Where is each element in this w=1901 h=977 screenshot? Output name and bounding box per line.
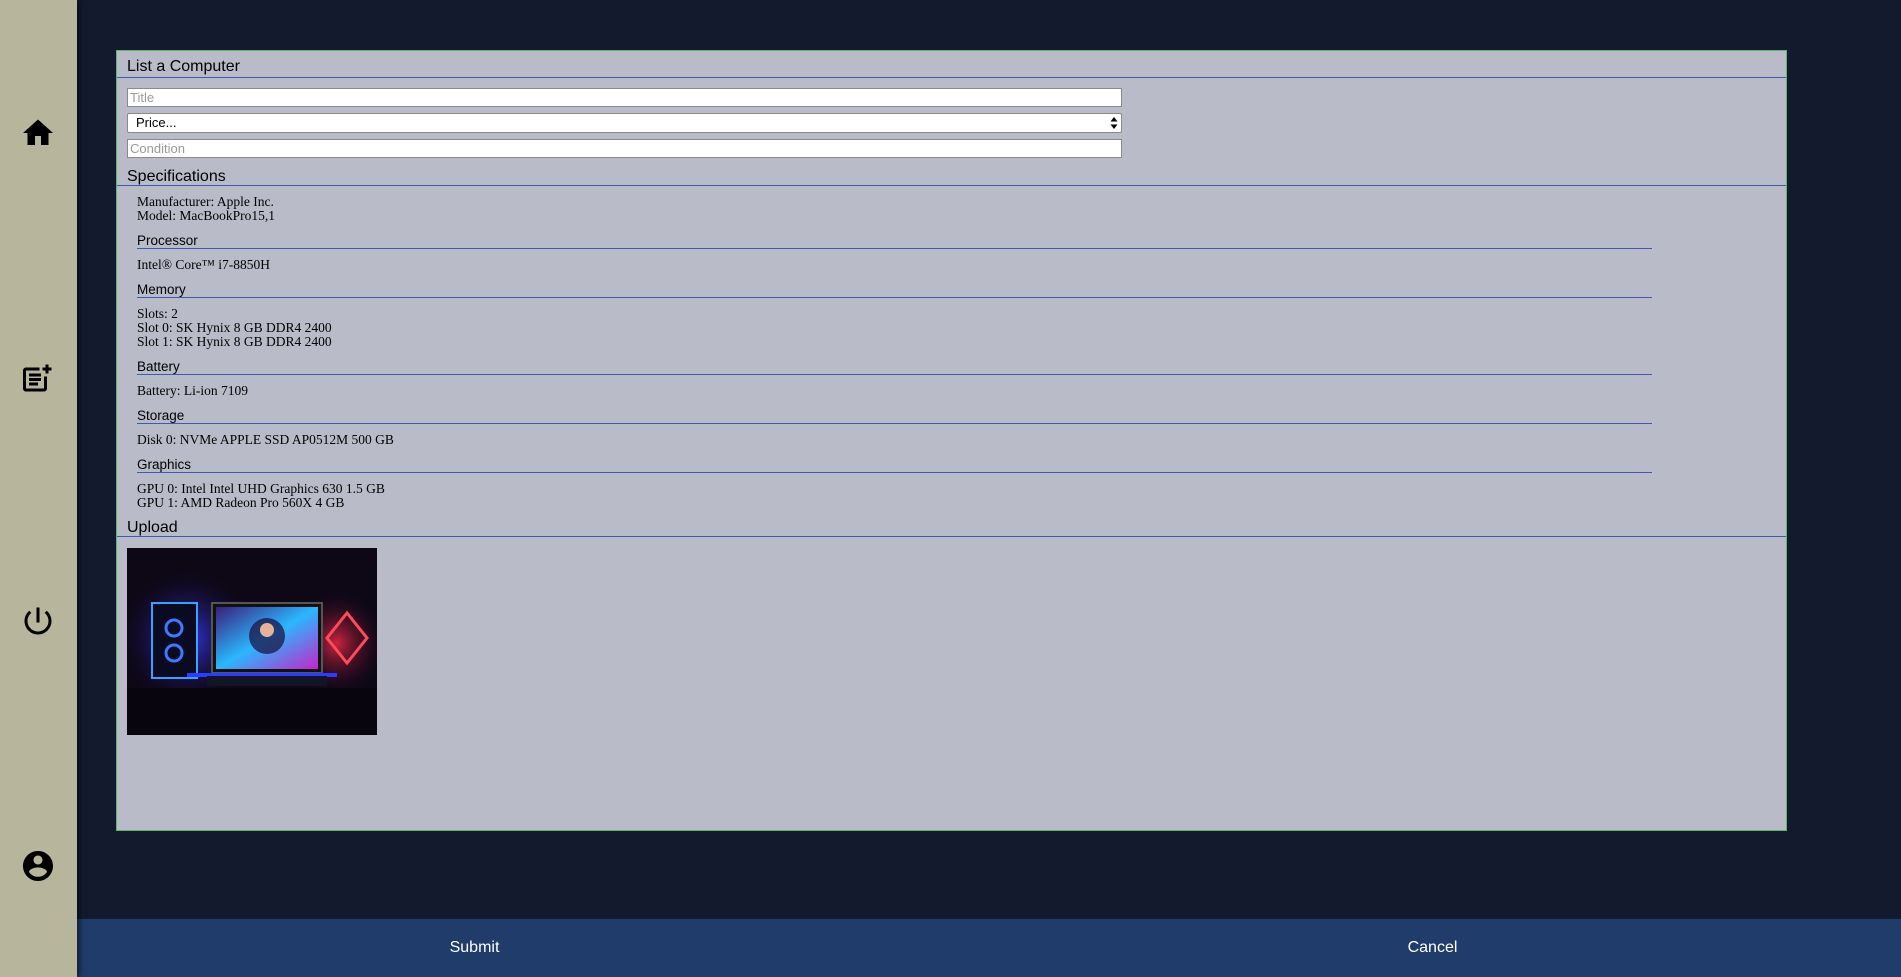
add-listing-icon [23, 364, 52, 392]
memory-slots-text: Slots: 2 [137, 306, 178, 321]
form-title: List a Computer [127, 58, 240, 75]
home-icon [23, 119, 53, 145]
memory-slot0-text: Slot 0: SK Hynix 8 GB DDR4 2400 [137, 320, 332, 335]
upload-divider [117, 536, 1786, 537]
storage-title: Storage [137, 408, 185, 423]
processor-divider [137, 248, 1652, 249]
condition-input[interactable] [127, 139, 1122, 158]
storage-divider [137, 423, 1652, 424]
processor-title: Processor [137, 233, 198, 248]
nav-power-button[interactable] [18, 601, 58, 641]
gpu1-text: GPU 1: AMD Radeon Pro 560X 4 GB [137, 495, 345, 510]
memory-divider [137, 297, 1652, 298]
title-input[interactable] [127, 88, 1122, 107]
manufacturer-text: Manufacturer: Apple Inc. [137, 194, 274, 209]
specifications-divider [117, 185, 1786, 186]
specifications-title: Specifications [127, 168, 226, 185]
form-title-divider [117, 77, 1786, 78]
listing-form-panel: List a Computer Price... Specifications … [116, 50, 1787, 831]
graphics-title: Graphics [137, 457, 192, 472]
memory-slot1-text: Slot 1: SK Hynix 8 GB DDR4 2400 [137, 334, 332, 349]
uploaded-photo[interactable] [127, 548, 377, 735]
nav-add-listing-button[interactable] [18, 358, 58, 398]
gpu0-text: GPU 0: Intel Intel UHD Graphics 630 1.5 … [137, 481, 385, 496]
power-icon [24, 607, 52, 635]
price-selected-value: Price... [136, 115, 177, 130]
graphics-divider [137, 472, 1652, 473]
battery-title: Battery [137, 359, 180, 374]
upload-title: Upload [127, 519, 178, 536]
memory-title: Memory [137, 282, 186, 297]
price-select[interactable]: Price... [127, 113, 1122, 133]
account-icon [23, 851, 53, 881]
cancel-button[interactable]: Cancel [1035, 919, 1830, 977]
footer-action-bar: Submit Cancel [77, 919, 1901, 977]
select-arrows-icon [1110, 117, 1118, 129]
model-text: Model: MacBookPro15,1 [137, 208, 275, 223]
nav-home-button[interactable] [18, 113, 58, 153]
battery-divider [137, 374, 1652, 375]
nav-account-button[interactable] [18, 846, 58, 886]
storage-text: Disk 0: NVMe APPLE SSD AP0512M 500 GB [137, 432, 394, 447]
battery-text: Battery: Li-ion 7109 [137, 383, 248, 398]
sidebar [0, 0, 77, 977]
processor-text: Intel® Core™ i7-8850H [137, 257, 270, 272]
gaming-setup-image [127, 548, 377, 735]
submit-button[interactable]: Submit [77, 919, 872, 977]
